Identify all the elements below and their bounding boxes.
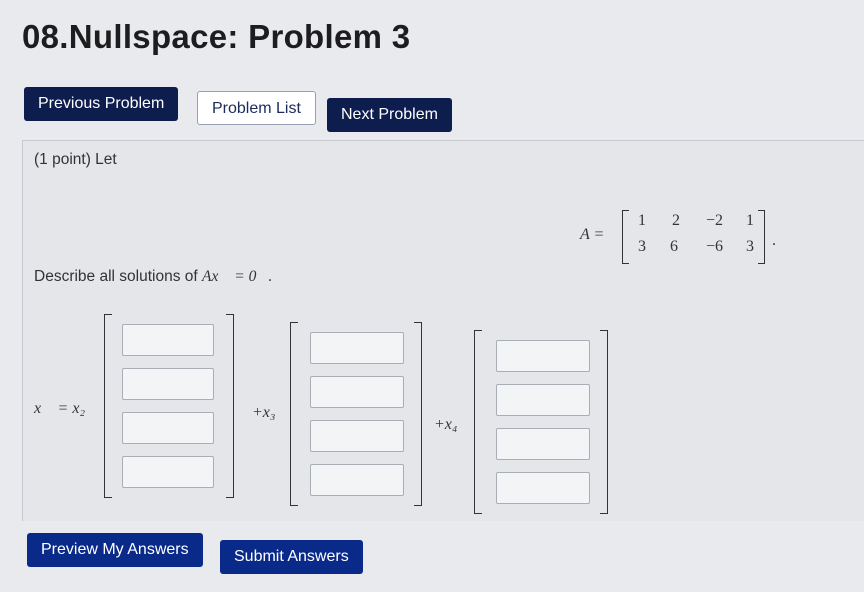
describe-prompt: Describe all solutions of Ax⃗ = 0⃗. — [34, 268, 272, 286]
matrix-cell: −6 — [706, 238, 724, 255]
matrix-cell: 1 — [746, 212, 754, 229]
vector-x3 — [290, 322, 422, 506]
vector-left-bracket — [104, 314, 112, 498]
vector-left-bracket — [290, 322, 298, 506]
matrix-cell: 2 — [672, 212, 680, 229]
coefficient-x3: +x₃ — [252, 404, 276, 421]
next-problem-button[interactable]: Next Problem — [327, 98, 452, 132]
matrix-cell: −2 — [706, 212, 724, 229]
vector-left-bracket — [474, 330, 482, 514]
matrix-cell: 6 — [670, 238, 678, 255]
answer-input[interactable] — [496, 340, 590, 372]
matrix-right-bracket — [758, 210, 765, 264]
answer-input[interactable] — [496, 428, 590, 460]
submit-answers-button[interactable]: Submit Answers — [220, 540, 363, 574]
matrix-a: A = 1 2 −2 1 3 6 −6 3 . — [580, 208, 790, 268]
matrix-cell: 1 — [638, 212, 646, 229]
vector-right-bracket — [226, 314, 234, 498]
matrix-cell: 3 — [746, 238, 754, 255]
answer-input[interactable] — [496, 384, 590, 416]
answer-input[interactable] — [310, 332, 404, 364]
preview-answers-button[interactable]: Preview My Answers — [27, 533, 203, 567]
solution-lhs: x⃗ = x₂ — [34, 400, 86, 417]
answer-input[interactable] — [496, 472, 590, 504]
matrix-cell: 3 — [638, 238, 646, 255]
matrix-left-bracket — [622, 210, 629, 264]
answer-input[interactable] — [122, 324, 214, 356]
prompt-text: Describe all solutions of — [34, 268, 202, 285]
answer-input[interactable] — [122, 412, 214, 444]
vector-x4 — [474, 330, 608, 514]
matrix-label: A = — [580, 226, 605, 243]
matrix-period: . — [772, 232, 776, 249]
problem-list-button[interactable]: Problem List — [197, 91, 316, 125]
vector-right-bracket — [600, 330, 608, 514]
answer-input[interactable] — [122, 456, 214, 488]
answer-input[interactable] — [310, 420, 404, 452]
page-title: 08.Nullspace: Problem 3 — [22, 18, 411, 55]
vector-right-bracket — [414, 322, 422, 506]
coefficient-x4: +x₄ — [434, 416, 458, 433]
prompt-equation: Ax⃗ = 0⃗. — [202, 268, 273, 285]
answer-input[interactable] — [310, 464, 404, 496]
previous-problem-button[interactable]: Previous Problem — [24, 87, 179, 121]
vector-x2 — [104, 314, 234, 498]
points-label: (1 point) Let — [34, 151, 117, 168]
answer-input[interactable] — [310, 376, 404, 408]
answer-input[interactable] — [122, 368, 214, 400]
